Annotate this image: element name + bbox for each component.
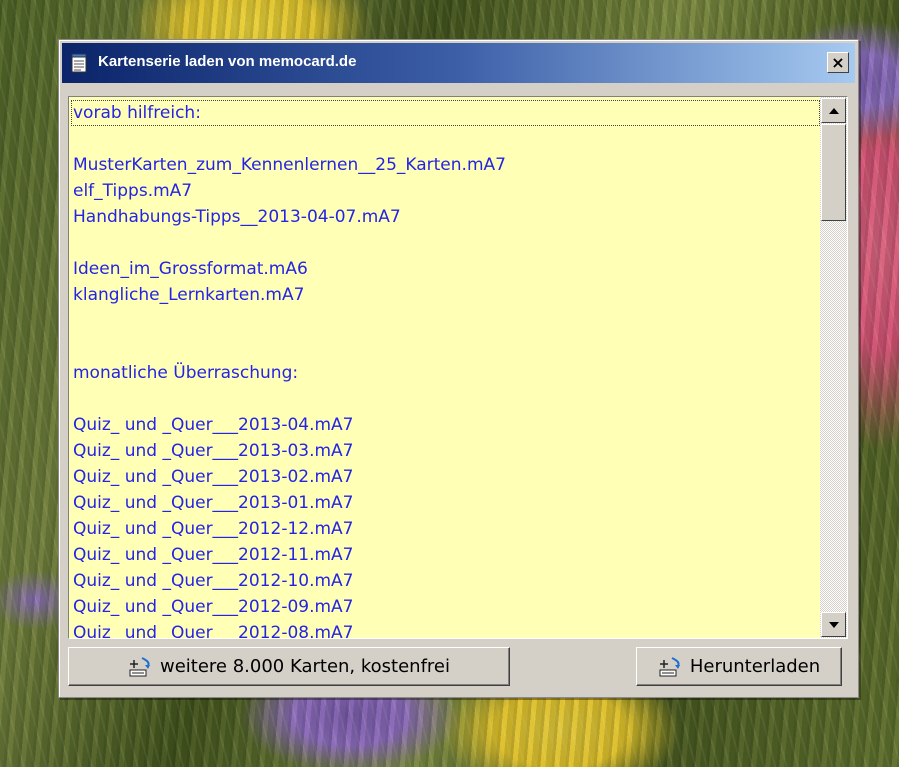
list-item[interactable]: monatliche Überraschung:: [71, 360, 820, 386]
list-item[interactable]: [71, 126, 820, 152]
window-title: Kartenserie laden von memocard.de: [98, 53, 357, 70]
list-item[interactable]: Quiz_ und _Quer___2013-04.mA7: [71, 412, 820, 438]
list-item[interactable]: klangliche_Lernkarten.mA7: [71, 282, 820, 308]
close-icon: ×: [831, 52, 845, 72]
list-item[interactable]: Quiz_ und _Quer___2013-03.mA7: [71, 438, 820, 464]
list-item[interactable]: Quiz_ und _Quer___2013-01.mA7: [71, 490, 820, 516]
more-cards-label: weitere 8.000 Karten, kostenfrei: [159, 656, 450, 677]
arrow-up-icon: [828, 107, 839, 114]
list-item[interactable]: [71, 386, 820, 412]
list-item[interactable]: Quiz_ und _Quer___2012-09.mA7: [71, 594, 820, 620]
list-item[interactable]: MusterKarten_zum_Kennenlernen__25_Karten…: [71, 152, 820, 178]
list-item[interactable]: Quiz_ und _Quer___2012-11.mA7: [71, 542, 820, 568]
list-item[interactable]: [71, 308, 820, 334]
title-bar[interactable]: Kartenserie laden von memocard.de ×: [62, 43, 855, 83]
scroll-down-button[interactable]: [821, 612, 846, 637]
download-label: Herunterladen: [689, 656, 821, 677]
file-list: vorab hilfreich: MusterKarten_zum_Kennen…: [69, 97, 820, 638]
download-icon: [129, 656, 150, 676]
download-icon: [659, 656, 680, 676]
list-item[interactable]: Handhabungs-Tipps__2013-04-07.mA7: [71, 204, 820, 230]
notepad-icon: [71, 53, 87, 73]
file-listbox[interactable]: vorab hilfreich: MusterKarten_zum_Kennen…: [68, 96, 848, 639]
list-item[interactable]: Quiz_ und _Quer___2013-02.mA7: [71, 464, 820, 490]
scrollbar-thumb[interactable]: [821, 124, 846, 221]
list-item[interactable]: elf_Tipps.mA7: [71, 178, 820, 204]
list-item[interactable]: Quiz_ und _Quer___2012-08.mA7: [71, 620, 820, 638]
vertical-scrollbar[interactable]: [820, 97, 847, 638]
close-button[interactable]: ×: [827, 52, 849, 73]
download-button[interactable]: Herunterladen: [636, 647, 842, 686]
more-cards-button[interactable]: weitere 8.000 Karten, kostenfrei: [68, 647, 510, 686]
list-item[interactable]: Quiz_ und _Quer___2012-10.mA7: [71, 568, 820, 594]
arrow-down-icon: [828, 621, 839, 628]
list-item[interactable]: vorab hilfreich:: [71, 100, 820, 126]
list-item[interactable]: Ideen_im_Grossformat.mA6: [71, 256, 820, 282]
list-item[interactable]: Quiz_ und _Quer___2012-12.mA7: [71, 516, 820, 542]
scroll-up-button[interactable]: [821, 98, 846, 123]
download-dialog: Kartenserie laden von memocard.de × vora…: [58, 39, 859, 698]
list-item[interactable]: [71, 230, 820, 256]
list-item[interactable]: [71, 334, 820, 360]
